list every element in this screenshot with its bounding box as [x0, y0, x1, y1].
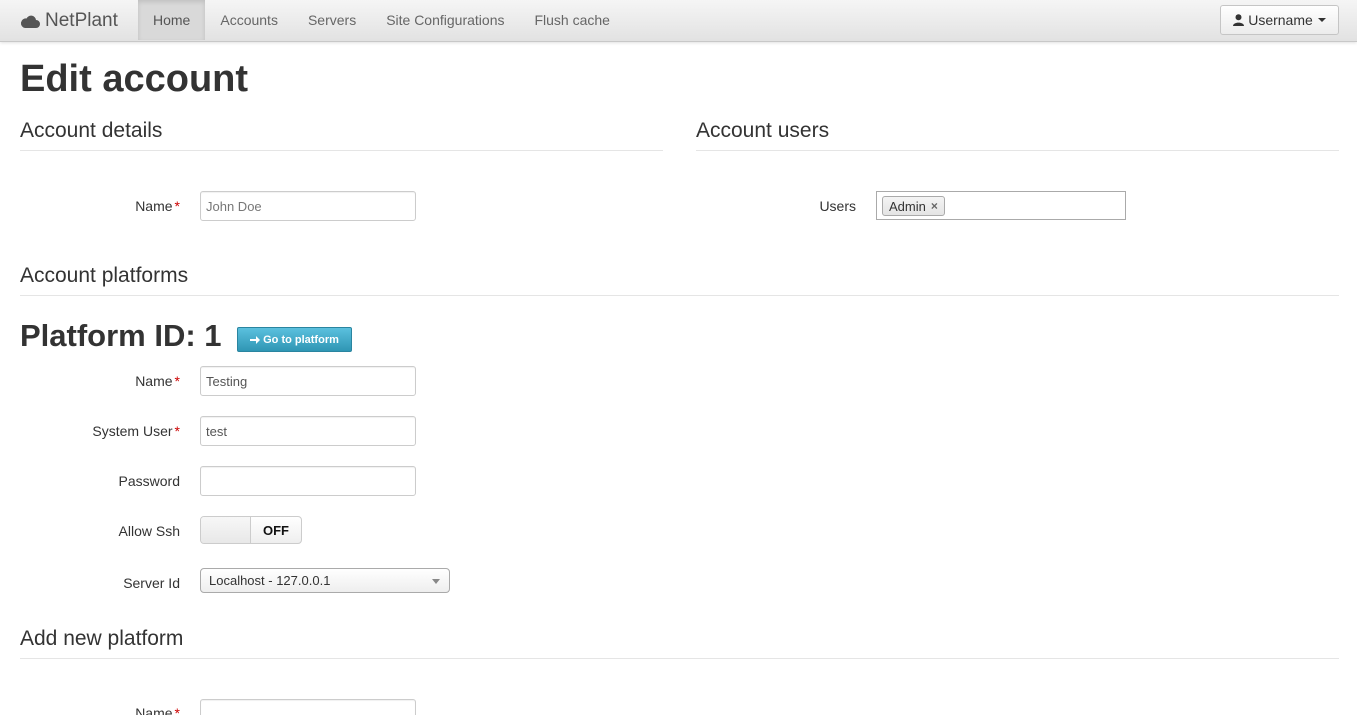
required-marker: *	[174, 373, 180, 389]
go-to-platform-button[interactable]: Go to platform	[237, 327, 352, 352]
divider	[20, 150, 663, 151]
close-icon[interactable]: ×	[931, 199, 938, 213]
server-id-select[interactable]: Localhost - 127.0.0.1	[200, 568, 450, 593]
account-name-input[interactable]	[200, 191, 416, 221]
page-title: Edit account	[20, 58, 249, 100]
top-navbar: NetPlant Home Accounts Servers Site Conf…	[0, 0, 1357, 42]
divider	[20, 658, 1339, 659]
account-details-heading: Account details	[20, 119, 163, 142]
brand-name: NetPlant	[45, 10, 118, 31]
user-tag: Admin ×	[882, 196, 945, 216]
nav-flush-cache[interactable]: Flush cache	[519, 0, 624, 40]
new-platform-name-label: Name *	[0, 705, 180, 715]
chevron-down-icon	[1317, 18, 1326, 22]
system-user-label: System User *	[92, 423, 180, 439]
user-tag-label: Admin	[889, 198, 926, 214]
account-platforms-heading: Account platforms	[20, 264, 189, 287]
cloud-icon	[20, 15, 40, 28]
password-label: Password	[118, 473, 180, 489]
users-tag-input[interactable]: Admin ×	[876, 191, 1126, 220]
user-menu-button[interactable]: Username	[1220, 5, 1339, 35]
platform-title: Platform ID: 1	[20, 318, 222, 353]
required-marker: *	[174, 198, 180, 214]
user-menu-label: Username	[1248, 12, 1313, 28]
user-icon	[1233, 14, 1245, 26]
add-platform-heading: Add new platform	[20, 627, 184, 650]
toggle-handle[interactable]	[201, 517, 251, 543]
go-to-platform-label: Go to platform	[263, 333, 339, 346]
required-marker: *	[174, 705, 180, 715]
divider	[20, 295, 1339, 296]
nav-home[interactable]: Home	[138, 0, 206, 40]
arrow-right-icon	[250, 335, 261, 344]
platform-name-label: Name *	[135, 373, 180, 389]
allow-ssh-toggle[interactable]: OFF	[200, 516, 302, 544]
name-label: Name *	[135, 198, 180, 214]
server-id-label: Server Id	[123, 575, 180, 591]
account-users-heading: Account users	[696, 119, 830, 142]
users-label: Users	[819, 198, 856, 214]
chevron-down-icon	[432, 579, 440, 584]
platform-name-input[interactable]	[200, 366, 416, 396]
divider	[696, 150, 1339, 151]
new-platform-name-input[interactable]	[200, 699, 416, 715]
nav-site-configurations[interactable]: Site Configurations	[371, 0, 519, 40]
nav-servers[interactable]: Servers	[293, 0, 371, 40]
server-id-selected: Localhost - 127.0.0.1	[209, 573, 331, 588]
toggle-state-label: OFF	[263, 522, 289, 538]
nav-accounts[interactable]: Accounts	[205, 0, 293, 40]
allow-ssh-label: Allow Ssh	[118, 523, 180, 539]
password-input[interactable]	[200, 466, 416, 496]
brand-link[interactable]: NetPlant	[20, 0, 118, 42]
main-nav: Home Accounts Servers Site Configuration…	[138, 0, 625, 42]
required-marker: *	[174, 423, 180, 439]
system-user-input[interactable]	[200, 416, 416, 446]
